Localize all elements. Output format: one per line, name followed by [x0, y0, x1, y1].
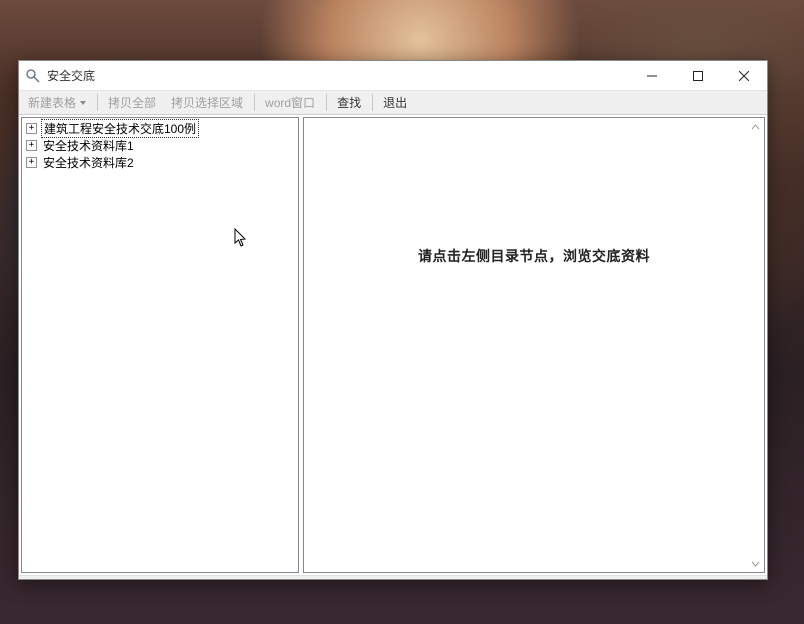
expand-icon[interactable]: + [26, 123, 37, 134]
expand-icon[interactable]: + [26, 157, 37, 168]
tree-item-label[interactable]: 安全技术资料库1 [41, 137, 136, 154]
find-button[interactable]: 查找 [330, 91, 368, 114]
new-table-button[interactable]: 新建表格 [21, 91, 93, 114]
maximize-button[interactable] [675, 61, 721, 91]
tree-item-label[interactable]: 安全技术资料库2 [41, 154, 136, 171]
find-label: 查找 [337, 92, 361, 114]
content-panel: 请点击左侧目录节点，浏览交底资料 [303, 117, 765, 573]
tree-item[interactable]: + 安全技术资料库1 [24, 137, 296, 154]
tree-item[interactable]: + 建筑工程安全技术交底100例 [24, 120, 296, 137]
word-window-label: word窗口 [265, 92, 315, 114]
app-icon [25, 68, 41, 84]
close-button[interactable] [721, 61, 767, 91]
statusbar [19, 575, 767, 579]
scroll-up-icon[interactable] [748, 120, 762, 134]
window-control-group [629, 61, 767, 90]
minimize-button[interactable] [629, 61, 675, 91]
tree-item-label[interactable]: 建筑工程安全技术交底100例 [41, 119, 199, 138]
main-body: + 建筑工程安全技术交底100例 + 安全技术资料库1 + 安全技术资料库2 请… [19, 115, 767, 575]
expand-icon[interactable]: + [26, 140, 37, 151]
window-title: 安全交底 [47, 67, 95, 84]
content-prompt: 请点击左侧目录节点，浏览交底资料 [418, 246, 650, 266]
copy-selection-button[interactable]: 拷贝选择区域 [164, 91, 250, 114]
titlebar[interactable]: 安全交底 [19, 61, 767, 91]
toolbar-separator [254, 94, 255, 111]
copy-all-button[interactable]: 拷贝全部 [101, 91, 163, 114]
chevron-down-icon [80, 101, 86, 105]
tree-item[interactable]: + 安全技术资料库2 [24, 154, 296, 171]
toolbar-separator [326, 94, 327, 111]
copy-selection-label: 拷贝选择区域 [171, 92, 243, 114]
minimize-icon [647, 71, 657, 81]
toolbar-separator [372, 94, 373, 111]
toolbar-separator [97, 94, 98, 111]
maximize-icon [693, 71, 703, 81]
close-icon [739, 71, 749, 81]
scroll-down-icon[interactable] [748, 556, 762, 570]
tree-panel[interactable]: + 建筑工程安全技术交底100例 + 安全技术资料库1 + 安全技术资料库2 [21, 117, 299, 573]
exit-label: 退出 [383, 92, 407, 114]
new-table-label: 新建表格 [28, 92, 76, 114]
toolbar: 新建表格 拷贝全部 拷贝选择区域 word窗口 查找 退出 [19, 91, 767, 115]
copy-all-label: 拷贝全部 [108, 92, 156, 114]
word-window-button[interactable]: word窗口 [258, 91, 322, 114]
exit-button[interactable]: 退出 [376, 91, 414, 114]
app-window: 安全交底 新建表格 拷贝全部 拷贝选择区域 [18, 60, 768, 580]
